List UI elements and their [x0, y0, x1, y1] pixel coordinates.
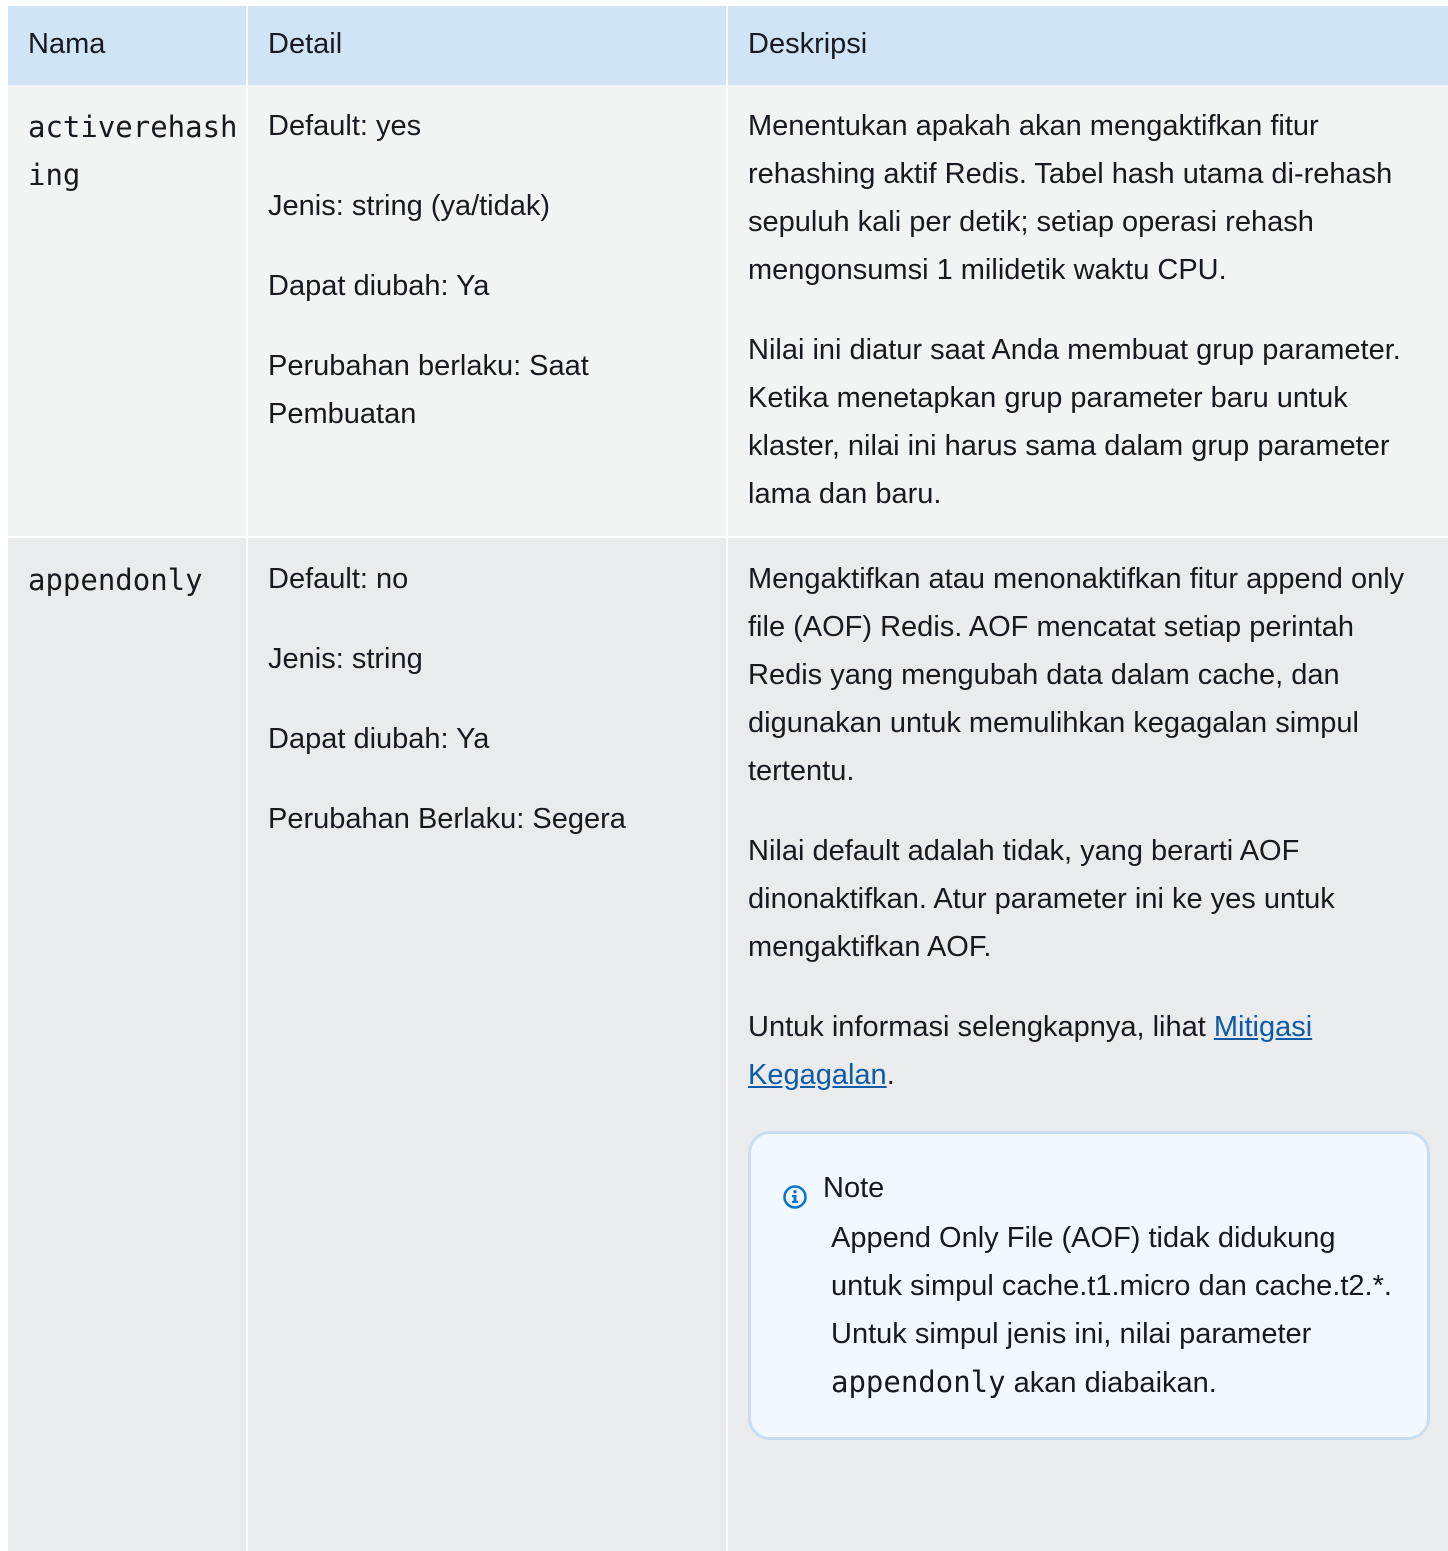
note-body: Append Only File (AOF) tidak didukung un… [781, 1214, 1397, 1407]
header-description: Deskripsi [748, 28, 868, 60]
description-paragraph: Mengaktifkan atau menonaktifkan fitur ap… [748, 563, 1405, 787]
detail-default: Default: no [268, 563, 409, 595]
more-info-suffix: . [886, 1059, 895, 1091]
note-text: Append Only File (AOF) tidak didukung un… [831, 1222, 1392, 1350]
detail-changes-take-effect: Perubahan berlaku: Saat Pembuatan [268, 350, 589, 430]
info-icon [783, 1176, 807, 1209]
note-text-end: akan diabaikan. [1005, 1367, 1217, 1399]
parameter-name: appendonly [28, 563, 203, 597]
detail-modifiable: Dapat diubah: Ya [268, 270, 490, 302]
more-info-prefix: Untuk informasi selengkapnya, lihat [748, 1011, 1214, 1043]
more-info-paragraph: Untuk informasi selengkapnya, lihat Miti… [748, 1003, 1436, 1099]
description-paragraph: Nilai default adalah tidak, yang berarti… [748, 835, 1335, 963]
parameter-details: Default: yes Jenis: string (ya/tidak) Da… [248, 85, 726, 550]
detail-modifiable: Dapat diubah: Ya [268, 723, 490, 755]
parameter-details: Default: no Jenis: string Dapat diubah: … [248, 538, 726, 1551]
description-paragraph: Menentukan apakah akan mengaktifkan fitu… [748, 110, 1393, 286]
note-title: Note [823, 1172, 885, 1204]
header-detail: Detail [268, 28, 343, 60]
parameter-table: Nama Detail Deskripsi activerehashing De… [8, 6, 1448, 1551]
note-code: appendonly [831, 1365, 1006, 1399]
table-row: appendonly Default: no Jenis: string Dap… [8, 538, 1448, 1551]
detail-default: Default: yes [268, 110, 422, 142]
note-header: Note [781, 1162, 1397, 1214]
parameter-name: activerehashing [28, 110, 238, 192]
description-paragraph: Nilai ini diatur saat Anda membuat grup … [748, 334, 1401, 510]
note-callout: Note Append Only File (AOF) tidak diduku… [748, 1131, 1430, 1440]
table-row: activerehashing Default: yes Jenis: stri… [8, 85, 1448, 550]
table-header: Nama Detail Deskripsi [8, 6, 1448, 85]
header-name: Nama [28, 28, 106, 60]
detail-type: Jenis: string (ya/tidak) [268, 190, 551, 222]
detail-type: Jenis: string [268, 643, 423, 675]
detail-changes-take-effect: Perubahan Berlaku: Segera [268, 803, 626, 835]
parameter-description: Menentukan apakah akan mengaktifkan fitu… [728, 85, 1448, 550]
parameter-description: Mengaktifkan atau menonaktifkan fitur ap… [728, 538, 1448, 1551]
